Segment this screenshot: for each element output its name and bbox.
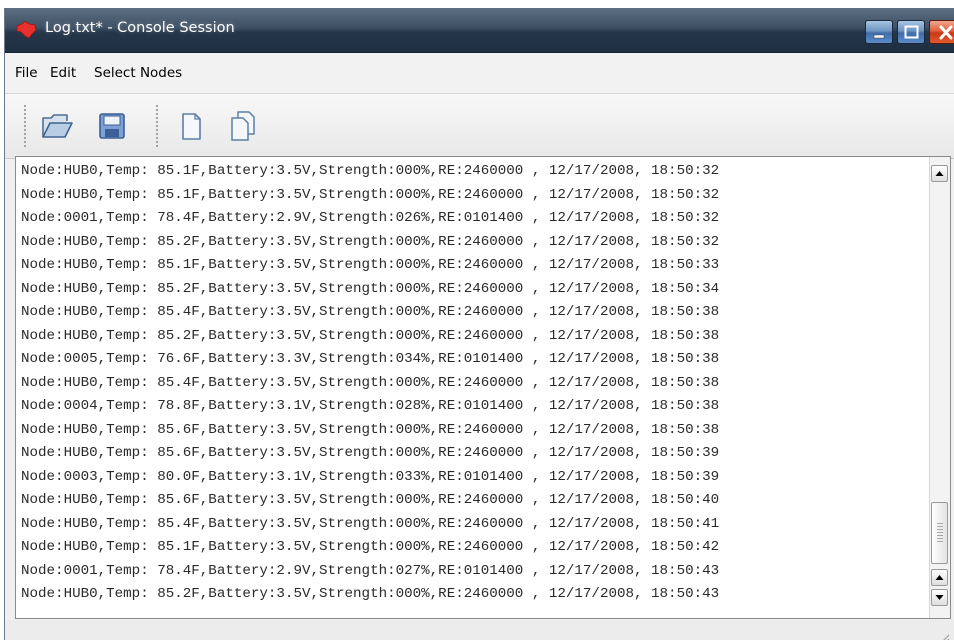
log-line: Node:HUB0,Temp: 85.4F,Battery:3.5V,Stren… bbox=[21, 304, 720, 320]
window-title: Log.txt* - Console Session bbox=[45, 20, 235, 36]
log-line: Node:HUB0,Temp: 85.1F,Battery:3.5V,Stren… bbox=[21, 539, 720, 555]
triangle-up-icon bbox=[935, 171, 944, 176]
new-document-icon[interactable] bbox=[173, 108, 209, 144]
open-folder-icon[interactable] bbox=[39, 108, 75, 144]
status-bar bbox=[5, 620, 954, 640]
log-line: Node:0003,Temp: 80.0F,Battery:3.1V,Stren… bbox=[21, 468, 720, 485]
toolbar bbox=[5, 94, 954, 159]
log-line: Node:0001,Temp: 78.4F,Battery:2.9V,Stren… bbox=[21, 210, 720, 226]
close-button[interactable] bbox=[929, 20, 954, 44]
close-icon bbox=[939, 25, 953, 40]
log-line: Node:HUB0,Temp: 85.6F,Battery:3.5V,Stren… bbox=[21, 492, 720, 508]
ti-logo-icon bbox=[16, 21, 37, 39]
menu-select-nodes[interactable]: Select Nodes bbox=[94, 65, 182, 81]
resize-grip-icon[interactable] bbox=[938, 632, 950, 640]
minimize-button[interactable] bbox=[865, 20, 893, 44]
log-line: Node:HUB0,Temp: 85.6F,Battery:3.5V,Stren… bbox=[21, 445, 720, 461]
menu-file[interactable]: File bbox=[15, 65, 38, 81]
menu-edit[interactable]: Edit bbox=[50, 65, 76, 81]
toolbar-grip[interactable] bbox=[155, 104, 159, 148]
log-line: Node:HUB0,Temp: 85.1F,Battery:3.5V,Stren… bbox=[21, 163, 720, 179]
log-line: Node:HUB0,Temp: 85.4F,Battery:3.5V,Stren… bbox=[21, 374, 720, 391]
triangle-up-icon bbox=[935, 575, 944, 580]
toolbar-grip[interactable] bbox=[23, 104, 27, 148]
maximize-icon bbox=[904, 25, 919, 39]
log-line: Node:HUB0,Temp: 85.4F,Battery:3.5V,Stren… bbox=[21, 515, 720, 532]
console-session-window: Log.txt* - Console Session File Edit Sel… bbox=[4, 8, 954, 640]
copy-document-icon[interactable] bbox=[225, 108, 261, 144]
log-line: Node:HUB0,Temp: 85.2F,Battery:3.5V,Stren… bbox=[21, 586, 720, 602]
save-disk-icon[interactable] bbox=[94, 108, 130, 144]
log-line: Node:HUB0,Temp: 85.2F,Battery:3.5V,Stren… bbox=[21, 233, 720, 250]
minimize-icon bbox=[873, 34, 885, 39]
log-list: Node:HUB0,Temp: 85.1F,Battery:3.5V,Stren… bbox=[21, 160, 931, 607]
scroll-down-button[interactable] bbox=[931, 589, 948, 606]
log-line: Node:HUB0,Temp: 85.6F,Battery:3.5V,Stren… bbox=[21, 421, 720, 438]
triangle-down-icon bbox=[935, 595, 944, 600]
log-line: Node:0004,Temp: 78.8F,Battery:3.1V,Stren… bbox=[21, 398, 720, 414]
log-line: Node:0001,Temp: 78.4F,Battery:2.9V,Stren… bbox=[21, 562, 720, 579]
scroll-thumb[interactable] bbox=[931, 502, 948, 564]
scroll-up-button[interactable] bbox=[931, 569, 948, 586]
console-log-area[interactable]: Node:HUB0,Temp: 85.1F,Battery:3.5V,Stren… bbox=[15, 156, 951, 619]
log-line: Node:HUB0,Temp: 85.1F,Battery:3.5V,Stren… bbox=[21, 186, 720, 203]
log-line: Node:HUB0,Temp: 85.1F,Battery:3.5V,Stren… bbox=[21, 257, 720, 273]
menu-bar: File Edit Select Nodes bbox=[5, 53, 954, 94]
log-line: Node:0005,Temp: 76.6F,Battery:3.3V,Stren… bbox=[21, 351, 720, 367]
maximize-button[interactable] bbox=[897, 20, 925, 44]
log-line: Node:HUB0,Temp: 85.2F,Battery:3.5V,Stren… bbox=[21, 280, 720, 297]
title-bar[interactable]: Log.txt* - Console Session bbox=[5, 8, 954, 53]
vertical-scrollbar[interactable] bbox=[929, 157, 950, 618]
log-line: Node:HUB0,Temp: 85.2F,Battery:3.5V,Stren… bbox=[21, 327, 720, 344]
scroll-up-button[interactable] bbox=[931, 165, 948, 182]
